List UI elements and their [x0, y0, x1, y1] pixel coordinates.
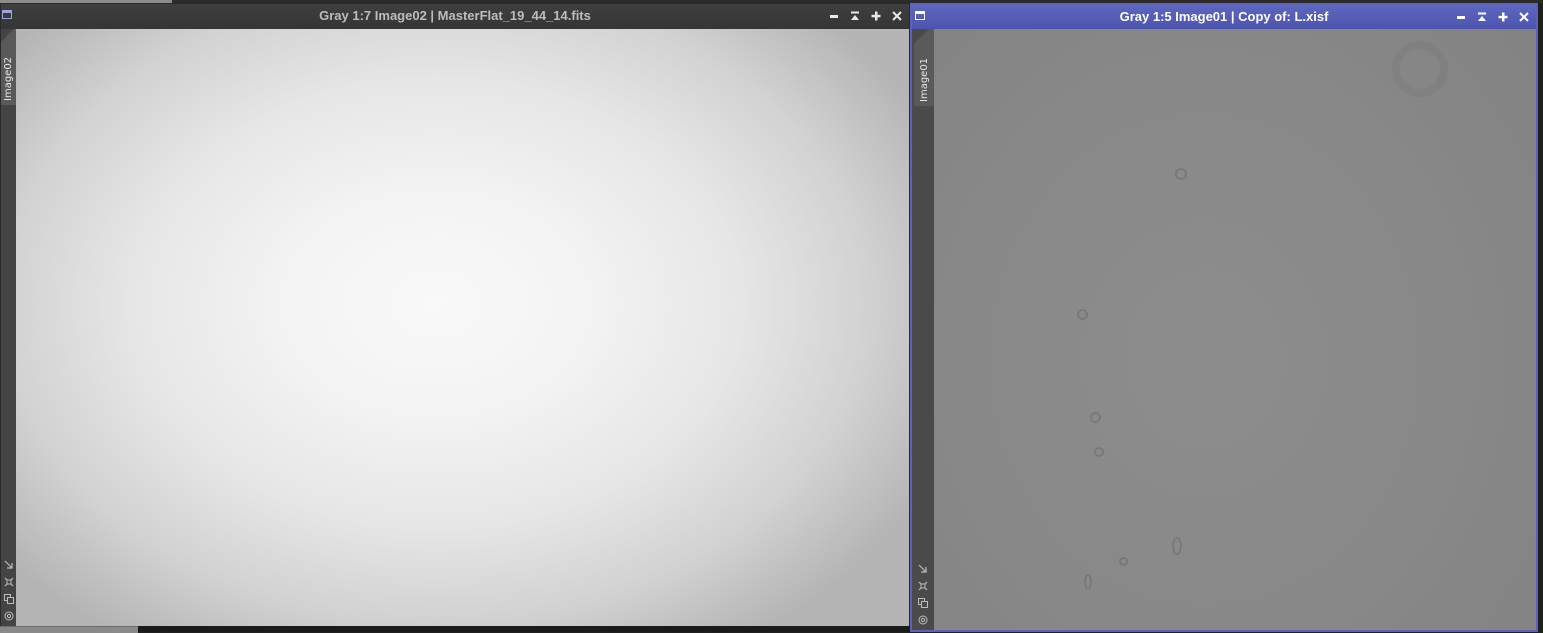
- clone-icon[interactable]: [917, 597, 929, 609]
- dust-mote: [1175, 168, 1187, 180]
- dust-mote: [1094, 447, 1104, 457]
- image-canvas-flat[interactable]: [16, 29, 909, 626]
- window-title-bar-active[interactable]: Gray 1:5 Image01 | Copy of: L.xisf: [912, 5, 1536, 29]
- image-window-image02[interactable]: Gray 1:7 Image02 | MasterFlat_19_44_14.f…: [0, 3, 910, 627]
- dust-mote: [1077, 309, 1088, 320]
- view-tab[interactable]: Image01: [914, 29, 934, 106]
- target-icon[interactable]: [3, 610, 15, 622]
- dust-mote: [1084, 574, 1092, 590]
- side-tools: [912, 563, 934, 626]
- maximize-icon[interactable]: [1494, 9, 1511, 26]
- clone-icon[interactable]: [3, 593, 15, 605]
- view-tab[interactable]: Image02: [1, 29, 16, 105]
- fit-arrow-icon[interactable]: [3, 559, 15, 571]
- zoom-fit-icon[interactable]: [917, 580, 929, 592]
- shade-icon[interactable]: [1473, 9, 1490, 26]
- minimize-icon[interactable]: [1452, 9, 1469, 26]
- zoom-fit-icon[interactable]: [3, 576, 15, 588]
- desktop-bottom-gap: [138, 626, 910, 632]
- maximize-icon[interactable]: [867, 8, 884, 25]
- dust-mote: [1172, 537, 1182, 555]
- close-icon[interactable]: [1515, 9, 1532, 26]
- close-icon[interactable]: [888, 8, 905, 25]
- view-tab-label: Image01: [919, 57, 930, 102]
- image-window-image01[interactable]: Gray 1:5 Image01 | Copy of: L.xisf Image…: [910, 3, 1538, 632]
- window-buttons: [1452, 5, 1532, 29]
- view-tab-label: Image02: [2, 56, 14, 101]
- view-side-strip: Image02: [1, 29, 16, 626]
- window-buttons: [825, 4, 905, 28]
- minimize-icon[interactable]: [825, 8, 842, 25]
- target-icon[interactable]: [917, 614, 929, 626]
- image-canvas-light[interactable]: [934, 29, 1536, 630]
- window-title-bar[interactable]: Gray 1:7 Image02 | MasterFlat_19_44_14.f…: [1, 4, 909, 30]
- window-title: Gray 1:5 Image01 | Copy of: L.xisf: [1119, 9, 1329, 24]
- side-tools: [1, 559, 16, 622]
- view-side-strip: Image01: [912, 29, 934, 630]
- dust-mote: [1392, 41, 1448, 97]
- shade-icon[interactable]: [846, 8, 863, 25]
- dust-mote: [1090, 412, 1101, 423]
- dust-mote: [1119, 557, 1128, 566]
- window-title: Gray 1:7 Image02 | MasterFlat_19_44_14.f…: [319, 8, 591, 23]
- fit-arrow-icon[interactable]: [917, 563, 929, 575]
